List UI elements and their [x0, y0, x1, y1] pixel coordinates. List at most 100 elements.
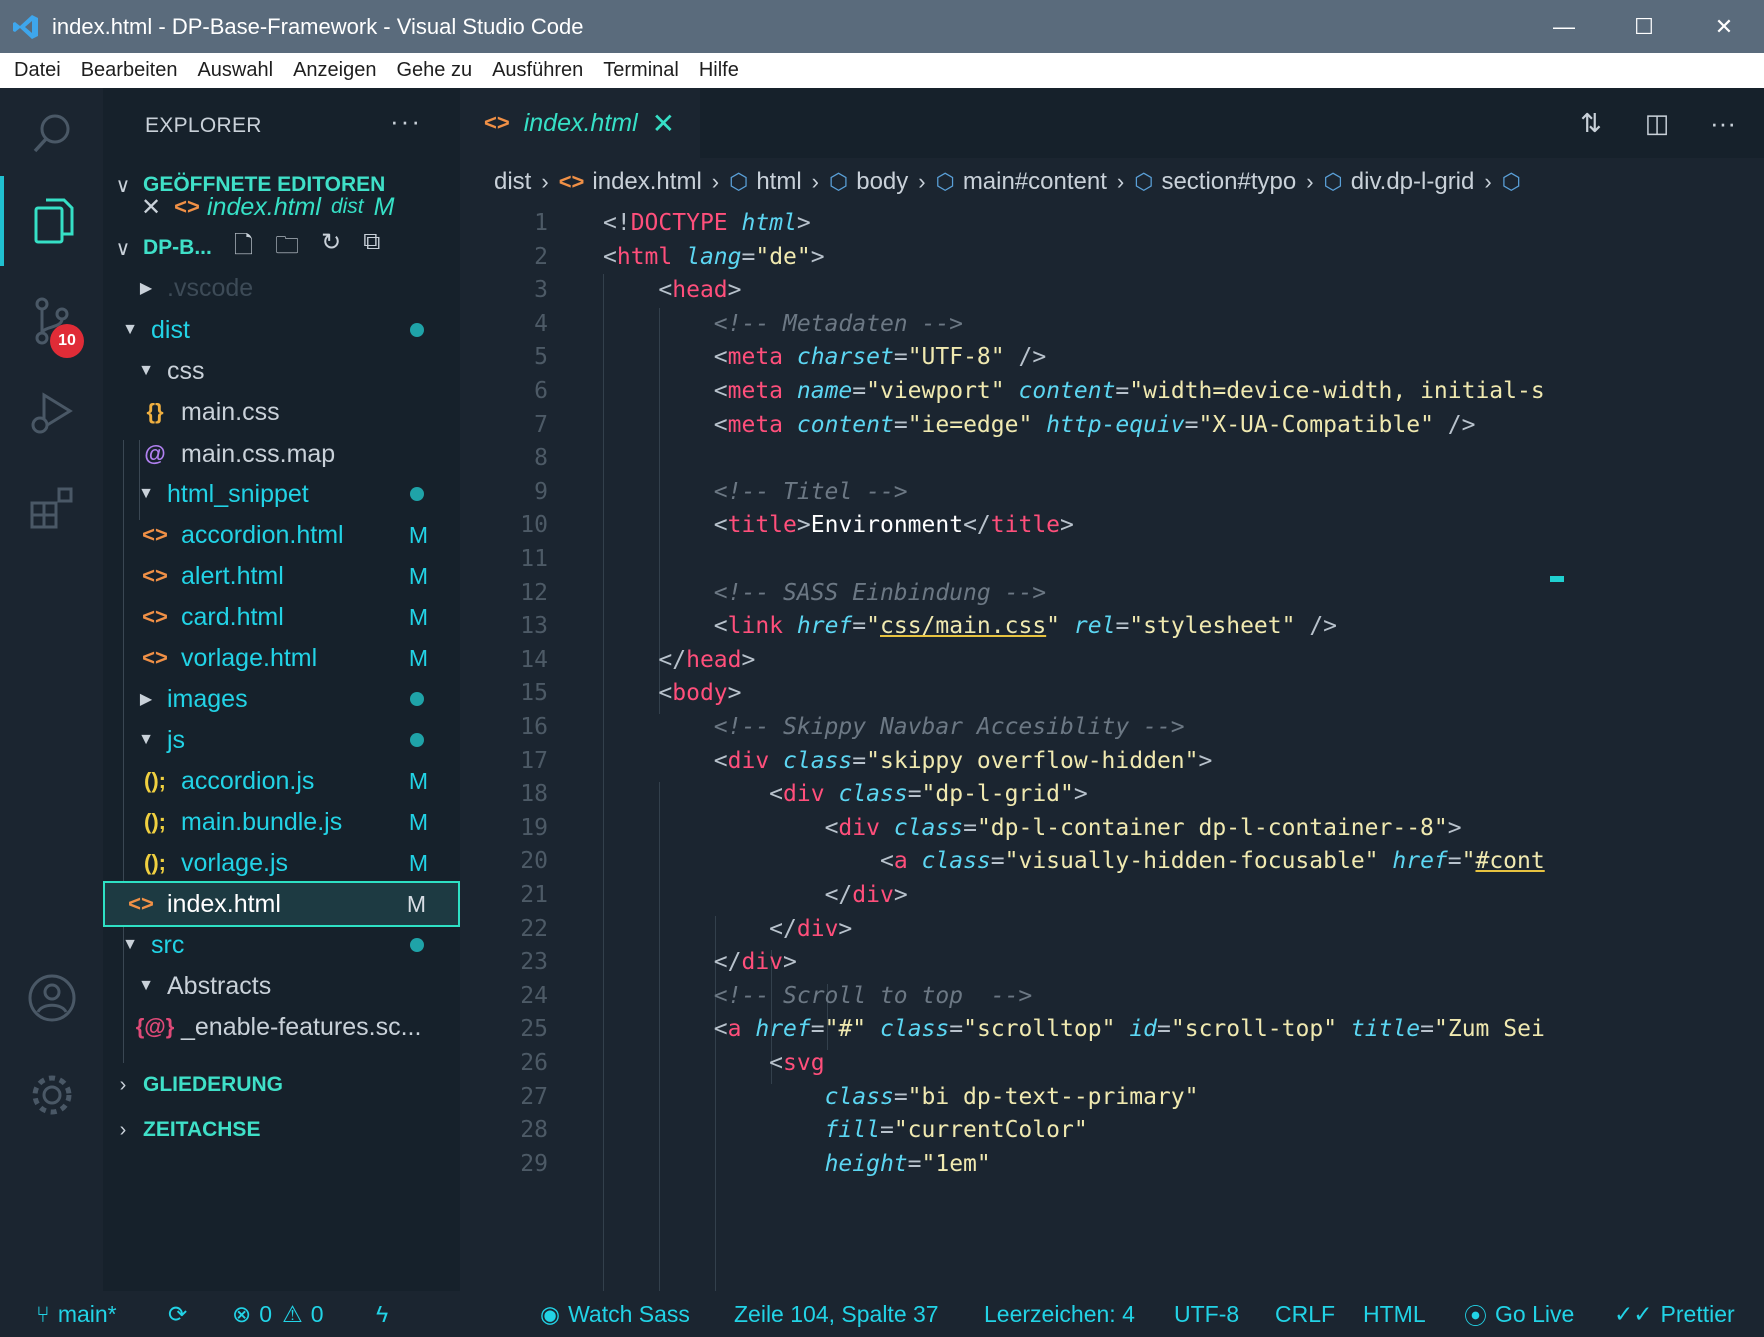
code-line[interactable]: 9 <!-- Titel --> — [460, 475, 1764, 509]
code-line[interactable]: 27 class="bi dp-text--primary" — [460, 1080, 1764, 1114]
code-line[interactable]: 21 </div> — [460, 878, 1764, 912]
account-icon[interactable] — [0, 953, 103, 1043]
breadcrumb-item[interactable]: html — [756, 168, 801, 196]
tree-folder[interactable]: ▼ src — [103, 922, 460, 968]
go-live-button[interactable]: ⦿ Go Live — [1464, 1291, 1574, 1337]
code-line[interactable]: 1 <!DOCTYPE html> — [460, 206, 1764, 240]
tree-file[interactable]: (); vorlage.js M — [103, 840, 460, 886]
code-line[interactable]: 8 — [460, 441, 1764, 475]
outline-section[interactable]: › GLIEDERUNG — [103, 1063, 460, 1107]
code-editor[interactable]: 1 <!DOCTYPE html> 2 <html lang="de"> 3 <head… — [460, 206, 1764, 1291]
tree-folder[interactable]: ▼ js — [103, 717, 460, 763]
encoding[interactable]: UTF-8 — [1174, 1291, 1239, 1337]
tree-file[interactable]: <> alert.html M — [103, 553, 460, 599]
code-line[interactable]: 3 <head> — [460, 273, 1764, 307]
tab-close-icon[interactable]: ✕ — [652, 107, 675, 140]
code-line[interactable]: 4 <!-- Metadaten --> — [460, 307, 1764, 341]
project-section[interactable]: ∨ DP-B... 🗋 🗀 ↻ ⧉ — [103, 226, 460, 270]
code-line[interactable]: 24 <!-- Scroll to top --> — [460, 979, 1764, 1013]
tree-file[interactable]: (); accordion.js M — [103, 758, 460, 804]
search-icon[interactable] — [0, 88, 103, 178]
maximize-button[interactable]: ☐ — [1604, 0, 1684, 53]
code-line[interactable]: 20 <a class="visually-hidden-focusable" … — [460, 844, 1764, 878]
tree-folder[interactable]: ▶ images — [103, 676, 460, 722]
code-line[interactable]: 14 </head> — [460, 643, 1764, 677]
lightning-icon[interactable]: ϟ — [376, 1291, 388, 1337]
more-actions-button[interactable]: ··· — [390, 106, 422, 137]
breadcrumb-item[interactable]: body — [856, 168, 908, 196]
split-editor-icon[interactable]: ◫ — [1636, 102, 1678, 144]
tree-file[interactable]: {@} _enable-features.sc... — [103, 1004, 460, 1050]
breadcrumb-item[interactable]: index.html — [592, 168, 701, 196]
branch-status[interactable]: ⑂ main* — [36, 1291, 117, 1337]
menu-anzeigen[interactable]: Anzeigen — [283, 59, 386, 82]
code-line[interactable]: 12 <!-- SASS Einbindung --> — [460, 576, 1764, 610]
code-line[interactable]: 11 — [460, 542, 1764, 576]
new-file-icon[interactable]: 🗋 — [234, 228, 253, 269]
code-line[interactable]: 10 <title>Environment</title> — [460, 508, 1764, 542]
menu-gehe-zu[interactable]: Gehe zu — [386, 59, 482, 82]
code-line[interactable]: 16 <!-- Skippy Navbar Accesiblity --> — [460, 710, 1764, 744]
tree-folder[interactable]: ▼ html_snippet — [103, 471, 460, 517]
refresh-icon[interactable]: ↻ — [321, 228, 341, 269]
menu-terminal[interactable]: Terminal — [593, 59, 689, 82]
code-line[interactable]: 6 <meta name="viewport" content="width=d… — [460, 374, 1764, 408]
code-line[interactable]: 23 </div> — [460, 945, 1764, 979]
timeline-section[interactable]: › ZEITACHSE — [103, 1108, 460, 1152]
code-line[interactable]: 28 fill="currentColor" — [460, 1113, 1764, 1147]
menu-bearbeiten[interactable]: Bearbeiten — [71, 59, 188, 82]
tree-file[interactable]: <> index.html M — [103, 881, 460, 927]
code-line[interactable]: 22 </div> — [460, 912, 1764, 946]
indentation[interactable]: Leerzeichen: 4 — [984, 1291, 1135, 1337]
new-folder-icon[interactable]: 🗀 — [275, 228, 299, 269]
menu-datei[interactable]: Datei — [4, 59, 71, 82]
explorer-icon[interactable] — [0, 176, 103, 266]
tree-folder[interactable]: ▼ dist — [103, 307, 460, 353]
code-line[interactable]: 17 <div class="skippy overflow-hidden"> — [460, 744, 1764, 778]
code-line[interactable]: 25 <a href="#" class="scrolltop" id="scr… — [460, 1012, 1764, 1046]
tree-file[interactable]: <> accordion.html M — [103, 512, 460, 558]
code-line[interactable]: 7 <meta content="ie=edge" http-equiv="X-… — [460, 408, 1764, 442]
minimize-button[interactable]: — — [1524, 0, 1604, 53]
breadcrumb-item[interactable]: dist — [494, 168, 531, 196]
close-icon[interactable]: ✕ — [141, 193, 169, 222]
breadcrumb-item[interactable]: section#typo — [1161, 168, 1296, 196]
problems-status[interactable]: ⊗ 0 ⚠ 0 — [232, 1291, 324, 1337]
code-line[interactable]: 18 <div class="dp-l-grid"> — [460, 777, 1764, 811]
code-line[interactable]: 26 <svg — [460, 1046, 1764, 1080]
close-window-button[interactable]: ✕ — [1684, 0, 1764, 53]
tab-index-html[interactable]: <> index.html ✕ — [460, 88, 700, 158]
collapse-all-icon[interactable]: ⧉ — [363, 228, 380, 269]
extensions-icon[interactable] — [0, 464, 103, 554]
menu-auswahl[interactable]: Auswahl — [187, 59, 283, 82]
compare-changes-icon[interactable]: ⇅ — [1570, 102, 1612, 144]
code-line[interactable]: 5 <meta charset="UTF-8" /> — [460, 340, 1764, 374]
more-actions-icon[interactable]: ··· — [1702, 102, 1744, 144]
sync-button[interactable]: ⟳ — [168, 1291, 187, 1337]
code-line[interactable]: 15 <body> — [460, 676, 1764, 710]
code-line[interactable]: 13 <link href="css/main.css" rel="styles… — [460, 609, 1764, 643]
code-line[interactable]: 19 <div class="dp-l-container dp-l-conta… — [460, 811, 1764, 845]
code-line[interactable]: 29 height="1em" — [460, 1147, 1764, 1181]
tree-folder[interactable]: ▼ css — [103, 348, 460, 394]
tree-file[interactable]: (); main.bundle.js M — [103, 799, 460, 845]
code-line[interactable]: 2 <html lang="de"> — [460, 240, 1764, 274]
watch-sass-button[interactable]: ◉ Watch Sass — [540, 1291, 690, 1337]
run-debug-icon[interactable] — [0, 368, 103, 458]
tree-folder[interactable]: ▶ .vscode — [103, 265, 460, 311]
tree-file[interactable]: <> vorlage.html M — [103, 635, 460, 681]
breadcrumb-item[interactable]: div.dp-l-grid — [1351, 168, 1475, 196]
tree-file[interactable]: {} main.css — [103, 389, 460, 435]
tree-file[interactable]: <> card.html M — [103, 594, 460, 640]
cursor-position[interactable]: Zeile 104, Spalte 37 — [734, 1291, 939, 1337]
menu-hilfe[interactable]: Hilfe — [689, 59, 749, 82]
source-control-icon[interactable]: 10 — [0, 276, 103, 366]
line-ending[interactable]: CRLF — [1275, 1291, 1335, 1337]
language-mode[interactable]: HTML — [1363, 1291, 1426, 1337]
tree-folder[interactable]: ▼ Abstracts — [103, 963, 460, 1009]
open-editor-item[interactable]: ✕ <> index.html dist M — [103, 184, 460, 230]
breadcrumb-item[interactable]: main#content — [963, 168, 1107, 196]
settings-gear-icon[interactable] — [0, 1050, 103, 1140]
menu-ausfuehren[interactable]: Ausführen — [482, 59, 593, 82]
prettier-button[interactable]: ✓✓ Prettier — [1614, 1291, 1735, 1337]
